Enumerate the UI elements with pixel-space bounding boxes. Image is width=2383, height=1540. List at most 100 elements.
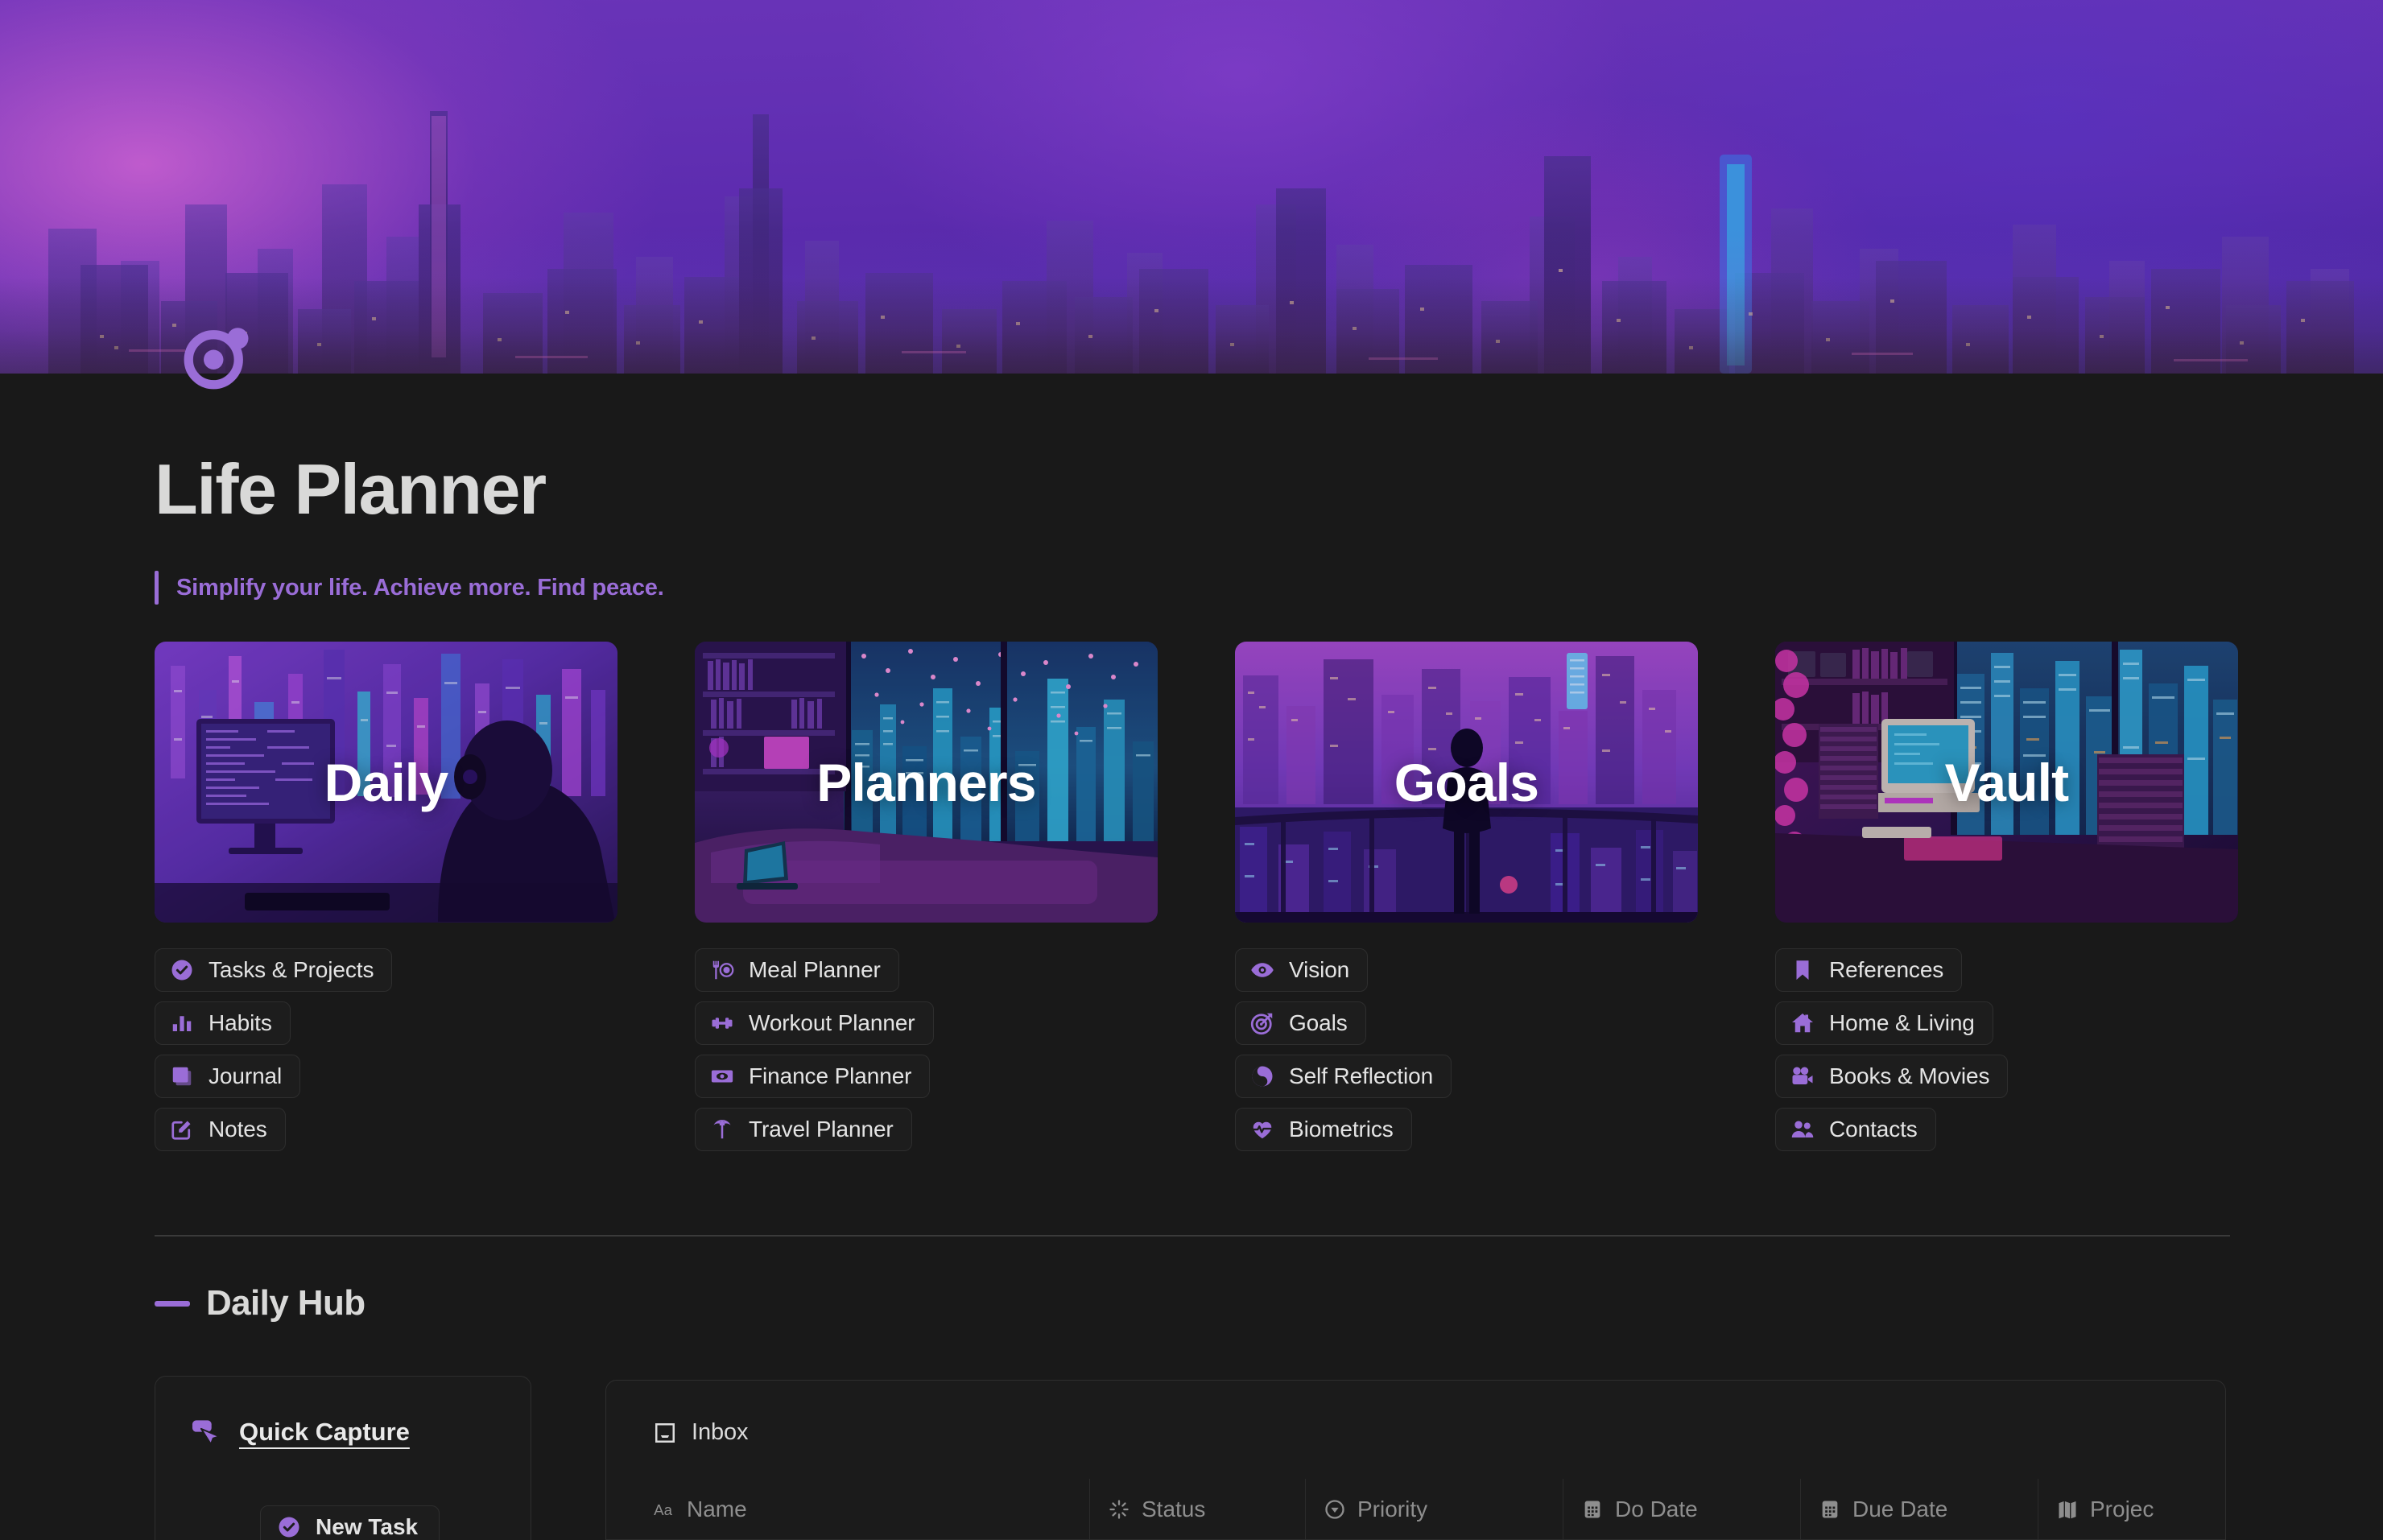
inbox-tray-icon (655, 1422, 675, 1443)
link-label: Meal Planner (749, 957, 881, 982)
city-skyline-graphic (0, 111, 2383, 374)
people-icon (1791, 1121, 1814, 1137)
text-type-icon: Aa (654, 1501, 672, 1518)
tagline-text: Simplify your life. Achieve more. Find p… (176, 574, 664, 601)
target-arrow-icon (1250, 1013, 1273, 1035)
daily-hub-title: Daily Hub (206, 1283, 366, 1323)
books-stack-icon (172, 1067, 192, 1086)
house-icon (1792, 1014, 1813, 1033)
new-task-label: New Task (316, 1514, 419, 1539)
column-header-name[interactable]: Aa Name (606, 1479, 1089, 1539)
column-header-priority[interactable]: Priority (1305, 1479, 1563, 1539)
daily-hub-heading: Daily Hub (155, 1283, 366, 1323)
link-contacts[interactable]: Contacts (1775, 1108, 1936, 1151)
new-task-button[interactable]: New Task (260, 1505, 440, 1540)
link-workout-planner[interactable]: Workout Planner (695, 1001, 934, 1045)
column-header-do-date[interactable]: Do Date (1563, 1479, 1800, 1539)
link-list-goals: Vision Goals Self Reflection Biometrics (1235, 948, 1698, 1151)
calendar-icon (1584, 1501, 1600, 1517)
heart-pulse-icon (1253, 1121, 1272, 1139)
link-label: Home & Living (1829, 1010, 1975, 1035)
link-label: Tasks & Projects (209, 957, 374, 982)
column-header-label: Projec (2090, 1496, 2154, 1521)
column-header-label: Do Date (1615, 1496, 1698, 1521)
column-daily: Daily Tasks & Projects Habits Journal No… (155, 642, 617, 1151)
link-list-vault: References Home & Living Books & Movies … (1775, 948, 2238, 1151)
link-label: Workout Planner (749, 1010, 915, 1035)
link-habits[interactable]: Habits (155, 1001, 291, 1045)
section-card-grid: Daily Tasks & Projects Habits Journal No… (155, 642, 2238, 1151)
column-planners: Planners Meal Planner Workout Planner Fi… (695, 642, 1158, 1151)
column-header-status[interactable]: Status (1089, 1479, 1305, 1539)
link-goals[interactable]: Goals (1235, 1001, 1366, 1045)
link-notes[interactable]: Notes (155, 1108, 286, 1151)
link-self-reflection[interactable]: Self Reflection (1235, 1055, 1452, 1098)
palm-tree-icon (713, 1120, 731, 1139)
link-home-living[interactable]: Home & Living (1775, 1001, 1993, 1045)
hero-label-goals: Goals (1394, 752, 1539, 812)
banknote-icon (711, 1070, 733, 1083)
cursor-click-icon (192, 1420, 220, 1445)
hero-card-vault[interactable]: Vault (1775, 642, 2238, 923)
inbox-header: Inbox (653, 1419, 749, 1446)
hero-card-daily[interactable]: Daily (155, 642, 617, 923)
film-camera-icon (1792, 1067, 1813, 1084)
inbox-table-header-row: Aa Name Status Priority Do Date Due Date… (606, 1479, 2225, 1540)
fork-plate-icon (712, 960, 734, 980)
hero-card-goals[interactable]: Goals (1235, 642, 1698, 923)
orbit-circle-logo-icon[interactable] (179, 319, 254, 394)
quick-capture-header: Quick Capture (189, 1417, 410, 1447)
link-finance-planner[interactable]: Finance Planner (695, 1055, 931, 1098)
quick-capture-title[interactable]: Quick Capture (239, 1418, 410, 1447)
cover-banner[interactable] (0, 0, 2383, 374)
pencil-square-icon (171, 1121, 191, 1140)
heading-accent-dash (155, 1300, 190, 1307)
bar-chart-icon (172, 1016, 192, 1031)
link-label: Biometrics (1289, 1117, 1394, 1142)
inbox-title: Inbox (692, 1419, 749, 1445)
link-list-planners: Meal Planner Workout Planner Finance Pla… (695, 948, 1158, 1151)
link-vision[interactable]: Vision (1235, 948, 1369, 992)
link-label: Journal (209, 1063, 283, 1088)
link-biometrics[interactable]: Biometrics (1235, 1108, 1412, 1151)
link-label: Contacts (1829, 1117, 1918, 1142)
column-header-label: Name (687, 1496, 747, 1521)
link-label: Self Reflection (1289, 1063, 1434, 1088)
column-header-label: Status (1142, 1496, 1206, 1521)
quick-capture-card[interactable]: Quick Capture New Task (155, 1376, 531, 1540)
loading-spinner-icon (1109, 1499, 1129, 1519)
link-journal[interactable]: Journal (155, 1055, 301, 1098)
link-references[interactable]: References (1775, 948, 1963, 992)
life-planner-page: Life Planner Simplify your life. Achieve… (0, 0, 2383, 1540)
circle-chevron-down-icon (1325, 1499, 1344, 1519)
hero-label-vault: Vault (1944, 752, 2070, 812)
link-label: Finance Planner (749, 1063, 912, 1088)
inbox-table: Aa Name Status Priority Do Date Due Date… (606, 1479, 2225, 1540)
section-divider (155, 1235, 2230, 1237)
hero-card-planners[interactable]: Planners (695, 642, 1158, 923)
link-label: References (1829, 957, 1944, 982)
link-tasks-projects[interactable]: Tasks & Projects (155, 948, 393, 992)
column-header-due-date[interactable]: Due Date (1800, 1479, 2038, 1539)
link-meal-planner[interactable]: Meal Planner (695, 948, 899, 992)
column-header-label: Due Date (1852, 1496, 1948, 1521)
bookmark-icon (1796, 960, 1809, 980)
svg-text:Aa: Aa (654, 1501, 672, 1518)
column-header-project[interactable]: Projec (2038, 1479, 2225, 1539)
calendar-icon (1822, 1501, 1838, 1517)
link-travel-planner[interactable]: Travel Planner (695, 1108, 912, 1151)
eye-icon (1251, 963, 1274, 977)
dumbbell-icon (712, 1018, 733, 1029)
tagline-callout: Simplify your life. Achieve more. Find p… (155, 571, 664, 605)
link-label: Goals (1289, 1010, 1348, 1035)
page-title: Life Planner (155, 449, 547, 529)
columns-icon (2059, 1501, 2076, 1518)
column-header-label: Priority (1357, 1496, 1428, 1521)
check-circle-icon (171, 960, 192, 981)
link-books-movies[interactable]: Books & Movies (1775, 1055, 2009, 1098)
callout-accent-bar (155, 571, 159, 605)
check-circle-icon (279, 1517, 299, 1538)
yin-yang-icon (1252, 1066, 1273, 1087)
inbox-card[interactable]: Inbox Aa Name Status Priority Do Date Du… (605, 1380, 2226, 1540)
link-label: Vision (1289, 957, 1350, 982)
